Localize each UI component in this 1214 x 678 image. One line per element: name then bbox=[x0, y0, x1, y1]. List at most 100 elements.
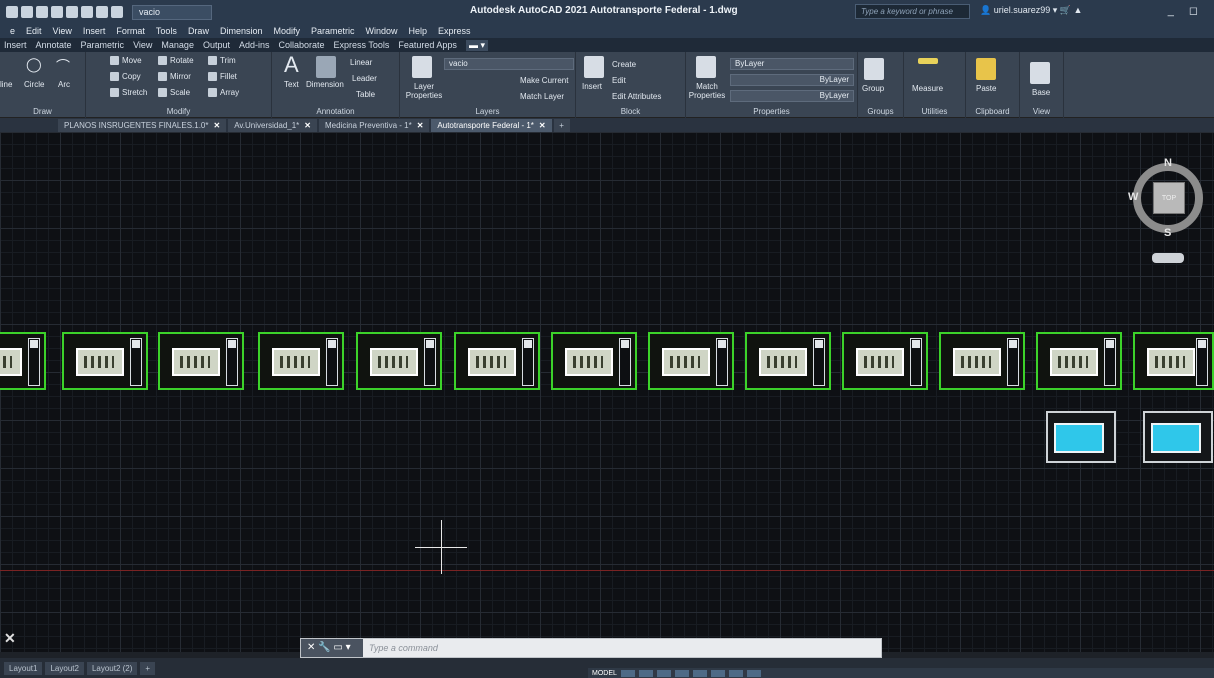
drawing-sheet[interactable] bbox=[1036, 332, 1122, 390]
compass-west[interactable]: W bbox=[1128, 191, 1138, 203]
model-space-button[interactable]: MODEL bbox=[592, 670, 617, 677]
close-icon[interactable]: ✕ bbox=[539, 121, 546, 130]
arc-icon[interactable]: ⌒ bbox=[56, 56, 70, 76]
snap-icon[interactable] bbox=[638, 669, 653, 677]
match-layer-button[interactable]: Match Layer bbox=[520, 92, 564, 101]
command-line[interactable]: ✕ 🔧 ▭ ▾ Type a command bbox=[300, 638, 882, 658]
doc-tab[interactable]: Medicina Preventiva - 1* ✕ bbox=[318, 119, 430, 132]
panel-title[interactable]: Properties bbox=[686, 107, 857, 116]
ribbon-tab-toggle[interactable]: ▬ ▾ bbox=[465, 39, 488, 51]
measure-button[interactable]: Measure bbox=[912, 84, 943, 93]
drawing-sheet-cyan[interactable] bbox=[1143, 411, 1213, 463]
save-icon[interactable] bbox=[36, 6, 48, 18]
new-tab-button[interactable]: + bbox=[553, 119, 570, 132]
stretch-button[interactable]: Stretch bbox=[110, 88, 147, 98]
drawing-sheet[interactable] bbox=[939, 332, 1025, 390]
trim-button[interactable]: Trim bbox=[208, 56, 236, 66]
array-button[interactable]: Array bbox=[208, 88, 239, 98]
menu-item[interactable]: Dimension bbox=[220, 26, 263, 36]
window-controls[interactable]: _ ◻ bbox=[1168, 4, 1204, 17]
lineweight-icon[interactable] bbox=[710, 669, 725, 677]
panel-title[interactable]: Layers bbox=[400, 107, 575, 116]
ribbon-tab[interactable]: View bbox=[133, 40, 152, 50]
text-icon[interactable]: A bbox=[284, 52, 299, 78]
group-icon[interactable] bbox=[864, 58, 884, 80]
measure-icon[interactable] bbox=[918, 58, 938, 64]
ribbon-tab[interactable]: Featured Apps bbox=[398, 40, 457, 50]
menu-item[interactable]: Express bbox=[438, 26, 471, 36]
layout-tab[interactable]: Layout1 bbox=[4, 661, 43, 675]
search-input[interactable]: Type a keyword or phrase bbox=[855, 4, 970, 19]
circle-button[interactable]: Circle bbox=[24, 80, 44, 89]
ortho-icon[interactable] bbox=[656, 669, 671, 677]
ribbon-tab[interactable]: Insert bbox=[4, 40, 27, 50]
drawing-sheet[interactable] bbox=[0, 332, 46, 390]
paste-icon[interactable] bbox=[976, 58, 996, 80]
line-button[interactable]: line bbox=[0, 80, 12, 89]
linear-button[interactable]: Linear bbox=[350, 58, 372, 67]
compass-south[interactable]: S bbox=[1164, 227, 1171, 239]
ribbon-tab[interactable]: Express Tools bbox=[334, 40, 390, 50]
drawing-sheet[interactable] bbox=[745, 332, 831, 390]
panel-title[interactable]: Draw bbox=[0, 107, 85, 116]
polar-icon[interactable] bbox=[674, 669, 689, 677]
edit-attributes-button[interactable]: Edit Attributes bbox=[612, 92, 661, 101]
dimension-button[interactable]: Dimension bbox=[306, 80, 344, 89]
close-icon[interactable]: ✕ bbox=[304, 121, 311, 130]
group-button[interactable]: Group bbox=[862, 84, 884, 93]
viewcube[interactable]: TOP N S W bbox=[1128, 157, 1208, 241]
osnap-icon[interactable] bbox=[692, 669, 707, 677]
paste-button[interactable]: Paste bbox=[976, 84, 996, 93]
drawing-sheet[interactable] bbox=[258, 332, 344, 390]
layer-dropdown[interactable]: vacio bbox=[132, 4, 212, 20]
viewcube-top-face[interactable]: TOP bbox=[1153, 182, 1185, 214]
circle-icon[interactable]: ◯ bbox=[26, 56, 42, 73]
save-as-icon[interactable] bbox=[51, 6, 63, 18]
scale-button[interactable]: Scale bbox=[158, 88, 190, 98]
close-icon[interactable]: ✕ bbox=[4, 630, 16, 647]
workspace-icon[interactable] bbox=[746, 669, 761, 677]
panel-title[interactable]: Clipboard bbox=[966, 107, 1019, 116]
plot-icon[interactable] bbox=[66, 6, 78, 18]
base-icon[interactable] bbox=[1030, 62, 1050, 84]
menu-item[interactable]: Modify bbox=[273, 26, 300, 36]
drawing-sheet[interactable] bbox=[158, 332, 244, 390]
menu-item[interactable]: Help bbox=[409, 26, 428, 36]
menu-item[interactable]: Parametric bbox=[311, 26, 355, 36]
color-combo[interactable]: ByLayer bbox=[730, 58, 854, 70]
drawing-sheet[interactable] bbox=[1133, 332, 1214, 390]
drawing-sheet[interactable] bbox=[551, 332, 637, 390]
table-button[interactable]: Table bbox=[356, 90, 375, 99]
mirror-button[interactable]: Mirror bbox=[158, 72, 191, 82]
arc-button[interactable]: Arc bbox=[58, 80, 70, 89]
command-line-tools[interactable]: ✕ 🔧 ▭ ▾ bbox=[301, 639, 363, 657]
insert-button[interactable]: Insert bbox=[582, 82, 602, 91]
edit-button[interactable]: Edit bbox=[612, 76, 626, 85]
close-icon[interactable]: ✕ bbox=[417, 121, 424, 130]
ribbon-tab[interactable]: Annotate bbox=[36, 40, 72, 50]
ribbon-tab[interactable]: Collaborate bbox=[279, 40, 325, 50]
fillet-button[interactable]: Fillet bbox=[208, 72, 237, 82]
text-button[interactable]: Text bbox=[284, 80, 299, 89]
base-button[interactable]: Base bbox=[1032, 88, 1050, 97]
drawing-canvas[interactable]: TOP N S W ✕ bbox=[0, 132, 1214, 652]
drawing-sheet[interactable] bbox=[842, 332, 928, 390]
layout-tab[interactable]: Layout2 bbox=[45, 661, 84, 675]
panel-title[interactable]: Groups bbox=[858, 107, 903, 116]
layer-properties-button[interactable]: Layer Properties bbox=[402, 82, 446, 100]
new-icon[interactable] bbox=[6, 6, 18, 18]
menu-item[interactable]: Insert bbox=[83, 26, 106, 36]
drawing-sheet[interactable] bbox=[648, 332, 734, 390]
insert-icon[interactable] bbox=[584, 56, 604, 78]
ribbon-tab[interactable]: Add-ins bbox=[239, 40, 270, 50]
layer-properties-icon[interactable] bbox=[412, 56, 432, 78]
menu-item[interactable]: Draw bbox=[188, 26, 209, 36]
menu-item[interactable]: e bbox=[10, 26, 15, 36]
create-button[interactable]: Create bbox=[612, 60, 636, 69]
panel-title[interactable]: Modify bbox=[86, 107, 271, 116]
match-properties-icon[interactable] bbox=[696, 56, 716, 78]
user-account[interactable]: 👤 uriel.suarez99 ▾ 🛒 ▲ bbox=[980, 5, 1082, 16]
make-current-button[interactable]: Make Current bbox=[520, 76, 568, 85]
panel-title[interactable]: Utilities bbox=[904, 107, 965, 116]
wcs-menu-button[interactable] bbox=[1152, 253, 1184, 263]
